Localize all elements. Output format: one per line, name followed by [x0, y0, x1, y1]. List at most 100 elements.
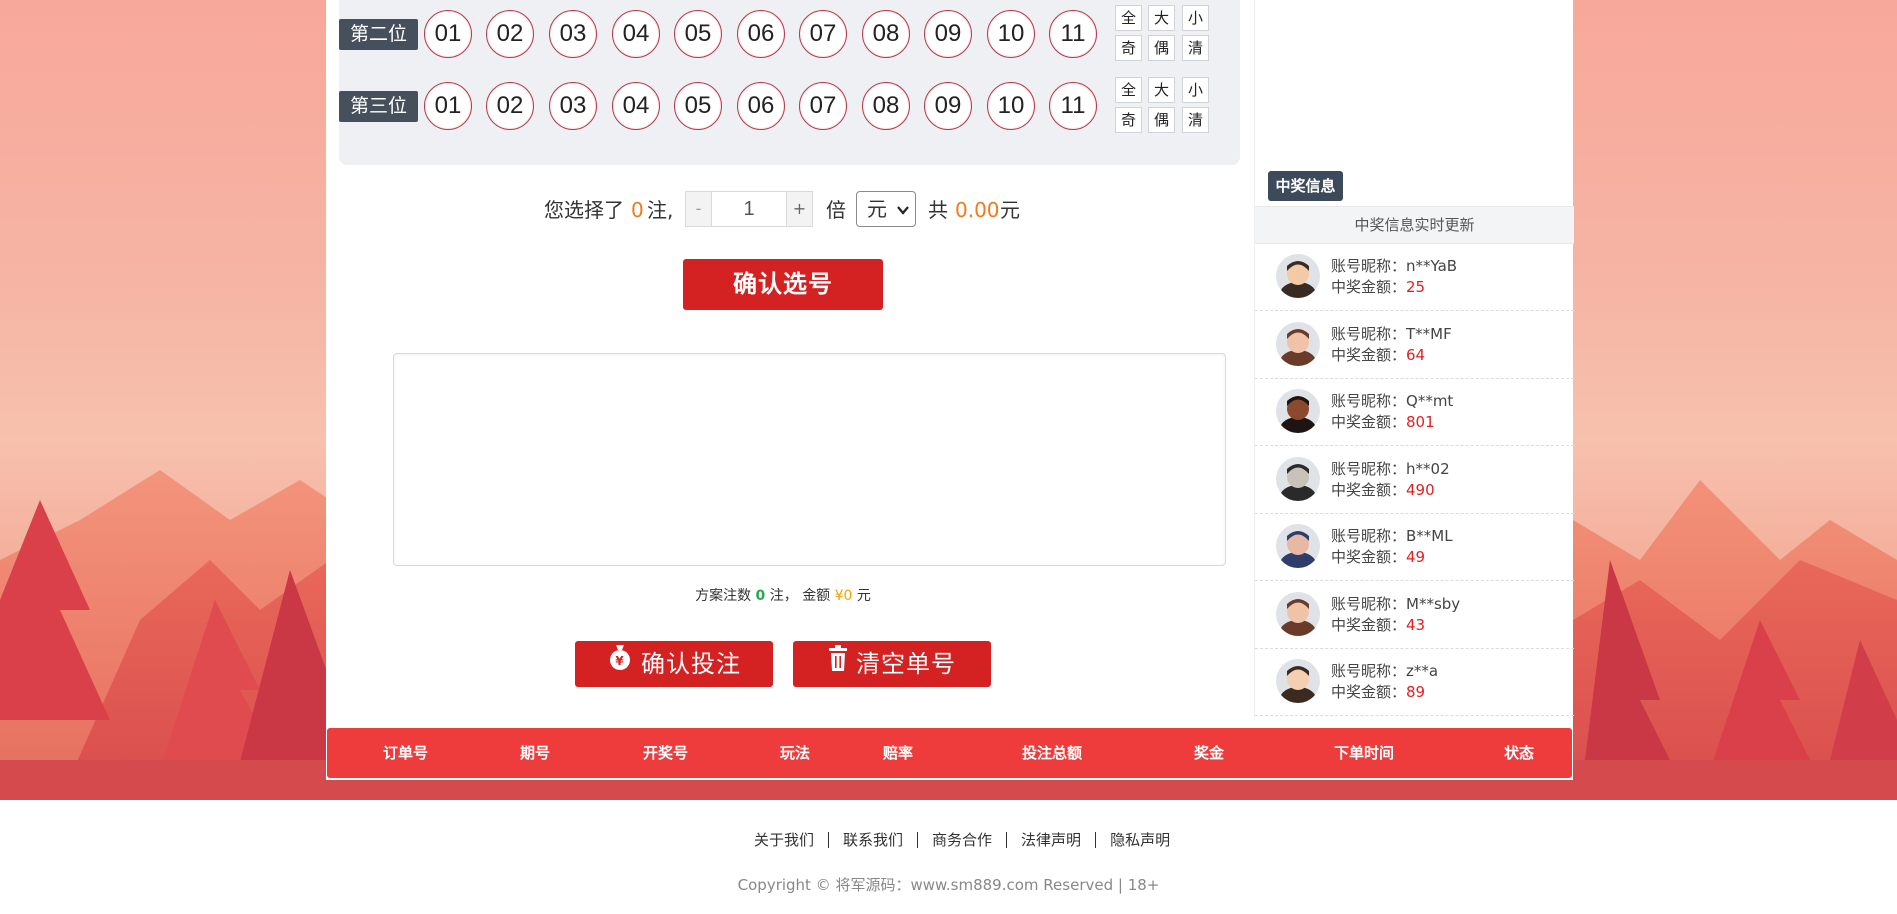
winner-amount-line: 中奖金额：43: [1331, 614, 1425, 635]
quick-select-button[interactable]: 奇: [1115, 35, 1142, 61]
winner-amount-line: 中奖金额：25: [1331, 276, 1425, 297]
quick-select-button[interactable]: 奇: [1115, 107, 1142, 133]
quick-select-button[interactable]: 小: [1182, 77, 1209, 103]
winner-amount: 89: [1406, 683, 1426, 701]
bet-count: 0: [631, 198, 644, 222]
bet-line: 您选择了 0 注, - 1 + 倍 元 共 0.00 元: [326, 190, 1240, 230]
number-ball[interactable]: 03: [549, 82, 597, 130]
bet-count-unit: 注,: [647, 198, 674, 222]
number-ball[interactable]: 08: [862, 82, 910, 130]
number-ball[interactable]: 07: [799, 10, 847, 58]
quick-select-button[interactable]: 清: [1182, 35, 1209, 61]
amount-label: 中奖金额：: [1331, 278, 1407, 296]
footer-link[interactable]: 联系我们: [828, 832, 917, 848]
pick-row-3: 第三位 01 02 03 04 05 06 07 08 09 10 11 全大小奇偶清: [339, 75, 1240, 133]
number-ball[interactable]: 11: [1049, 10, 1097, 58]
number-ball[interactable]: 10: [987, 82, 1035, 130]
main-panel: 第二位 01 02 03 04 05 06 07 08 09 10 11 全大小奇偶清第三位 01 02 03…: [326, 0, 1574, 780]
number-ball[interactable]: 04: [612, 82, 660, 130]
column-header[interactable]: 赔率: [883, 728, 913, 778]
winner-amount: 25: [1406, 278, 1426, 296]
footer-link[interactable]: 商务合作: [917, 832, 1006, 848]
winner-item: 账号昵称：z**a 中奖金额：89: [1255, 649, 1574, 716]
confirm-pick-button[interactable]: 确认选号: [683, 259, 883, 310]
decrement-button[interactable]: -: [685, 191, 712, 227]
winner-nick-line: 账号昵称：Q**mt: [1331, 390, 1453, 411]
winner-amount-line: 中奖金额：490: [1331, 479, 1435, 500]
winner-amount: 49: [1406, 548, 1426, 566]
quick-select-button[interactable]: 偶: [1148, 35, 1175, 61]
quick-select-button[interactable]: 大: [1148, 5, 1175, 31]
quick-select-button[interactable]: 清: [1182, 107, 1209, 133]
winner-amount: 43: [1406, 615, 1426, 634]
number-ball[interactable]: 11: [1049, 82, 1097, 130]
pick-row-label: 第二位: [339, 19, 418, 50]
winner-amount-line: 中奖金额：89: [1331, 681, 1425, 702]
column-header[interactable]: 状态: [1504, 728, 1534, 778]
column-header[interactable]: 期号: [520, 728, 550, 778]
footer-link[interactable]: 关于我们: [740, 832, 828, 848]
number-ball[interactable]: 10: [987, 10, 1035, 58]
quick-select-button[interactable]: 小: [1182, 5, 1209, 31]
bet-summary: 方案注数 0 注， 金额 ¥0 元: [326, 585, 1240, 607]
winner-nick-line: 账号昵称：n**YaB: [1331, 255, 1457, 276]
column-header[interactable]: 开奖号: [643, 728, 688, 778]
total-label: 共: [928, 198, 948, 222]
number-ball[interactable]: 01: [424, 10, 472, 58]
number-ball[interactable]: 05: [674, 82, 722, 130]
unit-select[interactable]: 元: [856, 191, 916, 227]
orders-table-header: 订单号 期号 开奖号 玩法 赔率 投注总额 奖金 下单时间 状态: [327, 728, 1572, 778]
quick-select-button[interactable]: 大: [1148, 77, 1175, 103]
number-ball[interactable]: 06: [737, 82, 785, 130]
winners-tag: 中奖信息: [1268, 171, 1343, 201]
column-header[interactable]: 奖金: [1194, 728, 1224, 778]
increment-button[interactable]: +: [786, 191, 813, 227]
clear-label: 清空单号: [856, 650, 956, 678]
column-header[interactable]: 下单时间: [1334, 728, 1394, 778]
winner-nick: B**ML: [1406, 527, 1453, 545]
winner-item: 账号昵称：Q**mt 中奖金额：801: [1255, 379, 1574, 446]
multiplier-input[interactable]: 1: [712, 191, 786, 227]
column-header[interactable]: 投注总额: [1022, 728, 1082, 778]
winner-amount-line: 中奖金额：801: [1331, 411, 1435, 432]
column-header[interactable]: 订单号: [383, 728, 428, 778]
quick-select-button[interactable]: 偶: [1148, 107, 1175, 133]
number-ball[interactable]: 05: [674, 10, 722, 58]
number-ball[interactable]: 03: [549, 10, 597, 58]
trash-icon: [828, 640, 848, 686]
quick-select-button[interactable]: 全: [1115, 5, 1142, 31]
total-unit: 元: [1000, 198, 1020, 222]
nick-label: 账号昵称：: [1331, 459, 1407, 478]
avatar: [1276, 254, 1320, 298]
avatar: [1276, 591, 1320, 636]
number-ball[interactable]: 09: [924, 82, 972, 130]
footer-link[interactable]: 法律声明: [1006, 832, 1095, 848]
number-ball[interactable]: 02: [486, 82, 534, 130]
confirm-bet-label: 确认投注: [641, 650, 741, 678]
nick-label: 账号昵称：: [1331, 324, 1407, 343]
winner-amount: 801: [1406, 413, 1435, 431]
number-picker: 第二位 01 02 03 04 05 06 07 08 09 10 11 全大小奇偶清第三位 01 02 03…: [339, 0, 1240, 165]
number-ball[interactable]: 04: [612, 10, 660, 58]
winner-nick: M**sby: [1406, 594, 1461, 613]
winner-item: 账号昵称：n**YaB 中奖金额：25: [1255, 244, 1574, 311]
column-header[interactable]: 玩法: [780, 728, 810, 778]
footer-link[interactable]: 隐私声明: [1095, 832, 1184, 848]
number-ball[interactable]: 07: [799, 82, 847, 130]
times-label: 倍: [826, 198, 846, 222]
quick-select-button[interactable]: 全: [1115, 77, 1142, 103]
number-ball[interactable]: 08: [862, 10, 910, 58]
number-ball[interactable]: 06: [737, 10, 785, 58]
chevron-down-icon: [897, 192, 909, 241]
summary-label: 方案注数: [695, 588, 752, 604]
winner-nick: h**02: [1406, 459, 1450, 478]
number-ball[interactable]: 02: [486, 10, 534, 58]
amount-label: 中奖金额：: [1331, 683, 1407, 701]
number-ball[interactable]: 01: [424, 82, 472, 130]
amount-label: 中奖金额：: [1331, 413, 1407, 431]
bet-list-area[interactable]: [393, 353, 1226, 566]
unit-select-value: 元: [867, 197, 887, 221]
clear-button[interactable]: 清空单号: [793, 641, 991, 687]
number-ball[interactable]: 09: [924, 10, 972, 58]
confirm-bet-button[interactable]: ¥ 确认投注: [575, 641, 773, 687]
